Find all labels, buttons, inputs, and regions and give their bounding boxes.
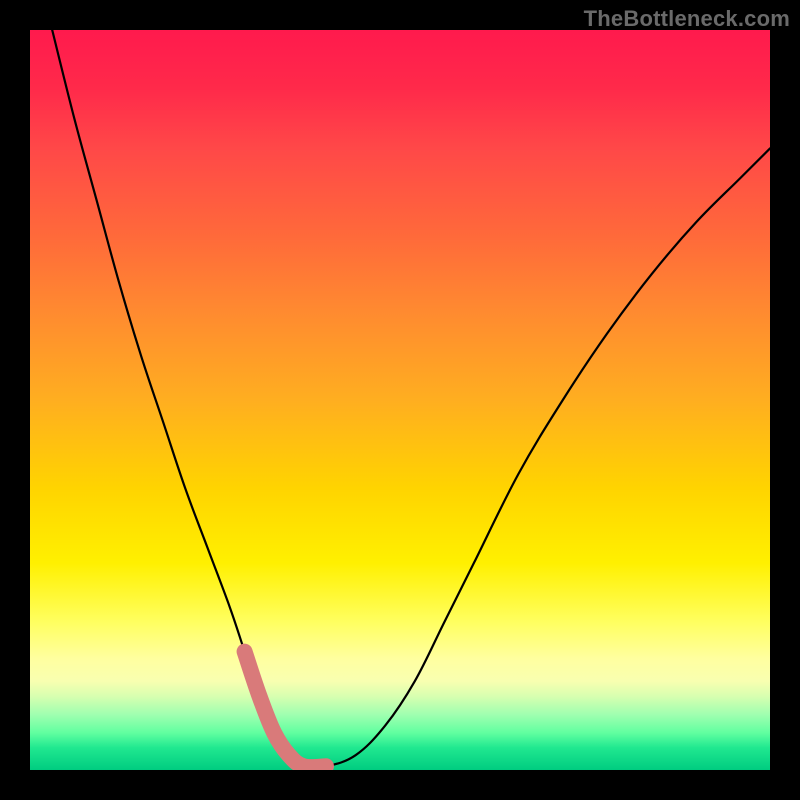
watermark-text: TheBottleneck.com <box>584 6 790 32</box>
bottleneck-curve <box>52 30 770 768</box>
plot-area <box>30 30 770 770</box>
curve-svg <box>30 30 770 770</box>
chart-frame: TheBottleneck.com <box>0 0 800 800</box>
optimal-zone-marker <box>245 652 326 768</box>
